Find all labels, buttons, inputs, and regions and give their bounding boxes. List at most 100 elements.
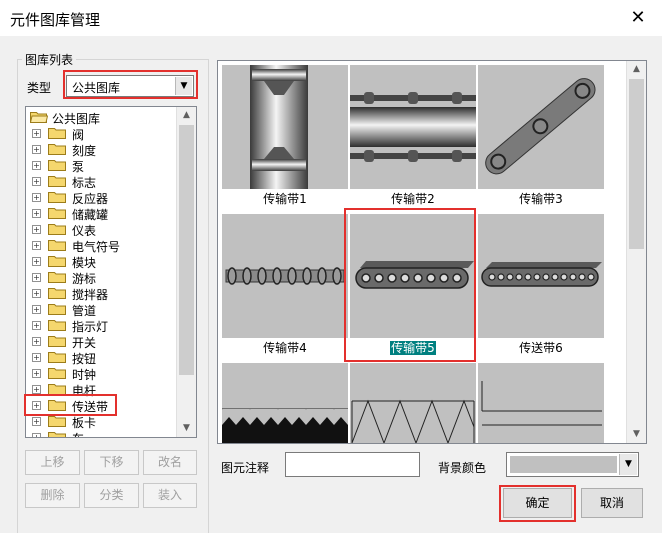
cancel-button[interactable]: 取消 — [581, 488, 643, 518]
expand-icon[interactable]: + — [32, 193, 41, 202]
expand-icon[interactable]: + — [32, 257, 41, 266]
folder-icon — [48, 352, 66, 363]
move-down-button[interactable]: 下移 — [84, 450, 139, 475]
folder-icon — [48, 160, 66, 171]
tree-item[interactable]: + 标志 — [26, 173, 176, 190]
bg-color-select[interactable]: ▼ — [506, 452, 639, 477]
symbol-caption-selected[interactable]: 传输带5 — [350, 338, 476, 358]
tree-item[interactable]: + 电杆 — [26, 381, 176, 398]
folder-icon — [48, 320, 66, 331]
zigzag-conveyor-icon — [222, 408, 348, 443]
symbol-caption[interactable]: 传输带2 — [350, 189, 476, 209]
folder-icon — [48, 256, 66, 267]
expand-icon[interactable]: + — [32, 225, 41, 234]
symbol-tile[interactable] — [478, 65, 604, 189]
expand-icon[interactable]: + — [32, 289, 41, 298]
chevron-down-icon[interactable]: ▼ — [175, 77, 192, 95]
tree-item[interactable]: + 指示灯 — [26, 317, 176, 334]
symbol-caption[interactable]: 传输带4 — [222, 338, 348, 358]
expand-icon[interactable]: + — [32, 369, 41, 378]
expand-icon[interactable]: + — [32, 305, 41, 314]
tree-item[interactable]: + 时钟 — [26, 365, 176, 382]
tree-item[interactable]: + 传送带 — [26, 397, 176, 414]
expand-icon[interactable]: + — [32, 337, 41, 346]
library-group-caption: 图库列表 — [22, 51, 77, 68]
tree-item[interactable]: + 反应器 — [26, 189, 176, 206]
notes-label: 图元注释 — [221, 461, 270, 475]
conveyor-diagonal-icon — [485, 78, 596, 175]
symbol-tile[interactable] — [222, 363, 348, 443]
load-button[interactable]: 装入 — [143, 483, 197, 508]
expand-icon[interactable]: + — [32, 353, 41, 362]
tree-item[interactable]: + 板卡 — [26, 413, 176, 430]
tree-item[interactable]: +车 — [26, 429, 176, 437]
expand-icon[interactable]: + — [32, 161, 41, 170]
symbol-tile[interactable] — [350, 65, 476, 189]
expand-icon[interactable]: + — [32, 433, 41, 437]
tree-item[interactable]: + 电气符号 — [26, 237, 176, 254]
dialog-body: 图库列表 类型 公共图库 ▼ 公共图库 + 阀 + 刻度 + 泵 + 标志 + 反应器 + 储藏罐 + 仪… — [0, 36, 662, 533]
expand-icon[interactable]: + — [32, 385, 41, 394]
tree-item[interactable]: + 仪表 — [26, 221, 176, 238]
type-select[interactable]: 公共图库 ▼ — [66, 75, 194, 97]
symbol-tile[interactable] — [350, 363, 476, 443]
folder-icon — [48, 272, 66, 283]
symbol-tile[interactable] — [478, 363, 604, 443]
symbol-tile[interactable] — [222, 65, 348, 189]
expand-icon[interactable]: + — [32, 241, 41, 250]
tree-item[interactable]: + 模块 — [26, 253, 176, 270]
tree-scroll-thumb[interactable] — [179, 125, 194, 375]
tree-item[interactable]: + 阀 — [26, 125, 176, 142]
expand-icon[interactable]: + — [32, 401, 41, 410]
tree-item[interactable]: + 刻度 — [26, 141, 176, 158]
gallery-scroll-thumb[interactable] — [629, 79, 644, 249]
tree-item[interactable]: + 开关 — [26, 333, 176, 350]
ok-button[interactable]: 确定 — [503, 488, 572, 518]
notes-input[interactable] — [285, 452, 420, 477]
tree-scrollbar[interactable]: ▲ ▼ — [176, 107, 196, 437]
scroll-down-icon[interactable]: ▼ — [177, 420, 196, 437]
expand-icon[interactable]: + — [32, 417, 41, 426]
symbol-caption[interactable]: 传输带3 — [478, 189, 604, 209]
symbol-tile[interactable] — [350, 214, 476, 338]
delete-button[interactable]: 删除 — [25, 483, 80, 508]
close-icon[interactable]: ✕ — [623, 4, 653, 32]
tree-item[interactable]: + 按钮 — [26, 349, 176, 366]
expand-icon[interactable]: + — [32, 129, 41, 138]
symbol-tile[interactable] — [478, 214, 604, 338]
chevron-down-icon[interactable]: ▼ — [619, 454, 637, 475]
expand-icon[interactable]: + — [32, 321, 41, 330]
expand-icon[interactable]: + — [32, 177, 41, 186]
symbol-caption[interactable]: 传输带1 — [222, 189, 348, 209]
scroll-up-icon[interactable]: ▲ — [177, 107, 196, 124]
folder-icon — [48, 368, 66, 379]
scroll-down-icon[interactable]: ▼ — [627, 426, 646, 443]
gallery-scrollbar[interactable]: ▲ ▼ — [626, 61, 646, 443]
move-up-button[interactable]: 上移 — [25, 450, 80, 475]
tree-item[interactable]: + 储藏罐 — [26, 205, 176, 222]
scroll-up-icon[interactable]: ▲ — [627, 61, 646, 78]
categorize-button[interactable]: 分类 — [84, 483, 139, 508]
tree-item[interactable]: + 管道 — [26, 301, 176, 318]
folder-icon — [48, 432, 66, 437]
folder-icon — [48, 192, 66, 203]
folder-icon — [48, 336, 66, 347]
folder-icon — [48, 224, 66, 235]
bg-color-swatch — [510, 456, 617, 473]
symbol-tile[interactable] — [222, 214, 348, 338]
folder-icon — [48, 384, 66, 395]
tree-item-label: 车 — [72, 430, 84, 437]
expand-icon[interactable]: + — [32, 273, 41, 282]
tree-item[interactable]: + 搅拌器 — [26, 285, 176, 302]
tree-root[interactable]: 公共图库 — [26, 109, 176, 126]
tree-item[interactable]: + 游标 — [26, 269, 176, 286]
library-tree[interactable]: 公共图库 + 阀 + 刻度 + 泵 + 标志 + 反应器 + 储藏罐 + 仪表 + 电气符号 + 模块 + 游标 + 搅拌… — [25, 106, 197, 438]
expand-icon[interactable]: + — [32, 209, 41, 218]
tree-item[interactable]: + 泵 — [26, 157, 176, 174]
symbol-caption[interactable]: 传送带6 — [478, 338, 604, 358]
window-title: 元件图库管理 — [10, 11, 101, 29]
rename-button[interactable]: 改名 — [143, 450, 197, 475]
title-bar: 元件图库管理 ✕ — [0, 0, 662, 36]
expand-icon[interactable]: + — [32, 145, 41, 154]
symbol-gallery[interactable]: 传输带1 传输带2 传输带3 传输带4 传输带5 传送带6 ▲ ▼ — [217, 60, 647, 444]
